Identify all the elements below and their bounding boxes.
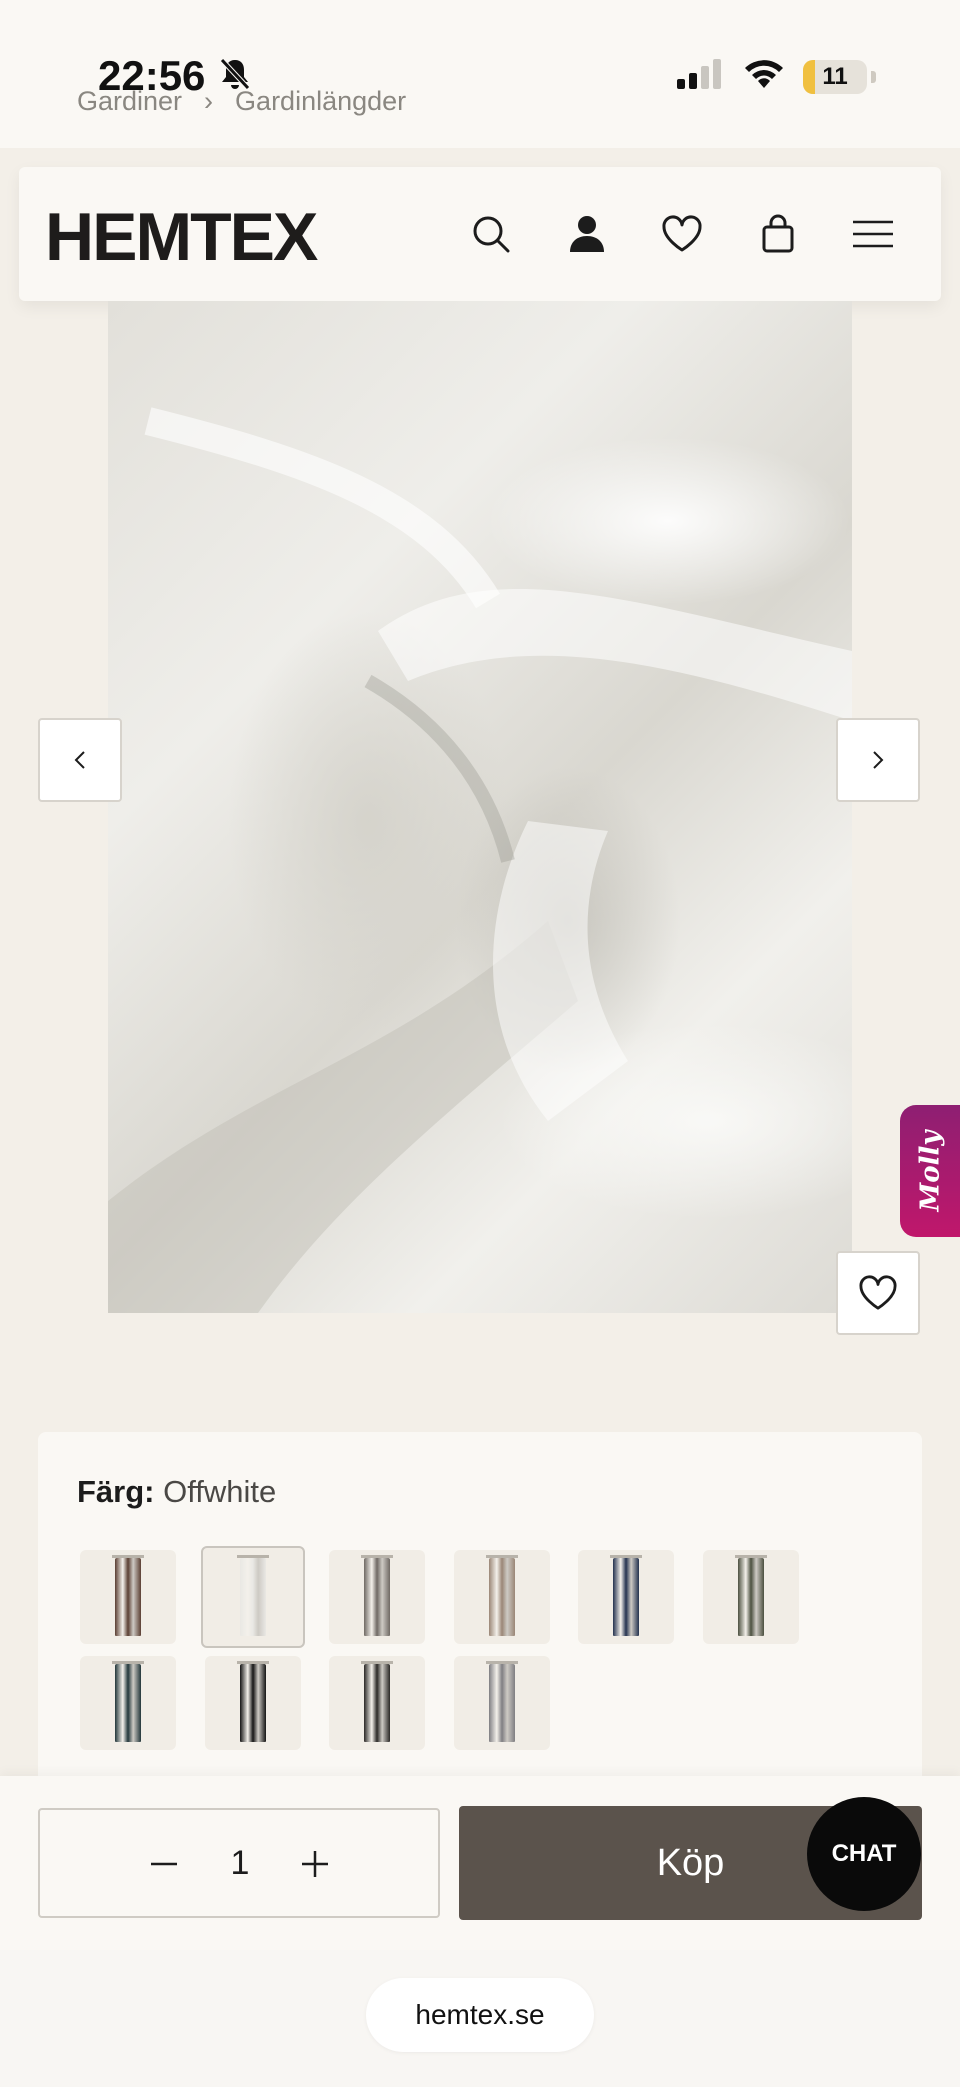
color-swatch[interactable] [329,1550,425,1644]
molly-assistant-tab[interactable]: Molly [900,1105,960,1237]
curtain-thumbnail [112,1555,144,1636]
curtain-thumbnail [361,1555,393,1636]
color-swatch[interactable] [80,1656,176,1750]
curtain-thumbnail [610,1555,642,1636]
browser-bar: hemtex.se [0,1950,960,2087]
site-header: HEMTEX [19,167,941,301]
url-field[interactable]: hemtex.se [366,1978,594,2052]
color-swatch[interactable] [578,1550,674,1644]
color-swatch[interactable] [200,1546,305,1648]
curtain-thumbnail [361,1661,393,1742]
breadcrumb: Gardiner › Gardinlängder [77,86,406,117]
gallery-prev-button[interactable] [38,718,122,802]
breadcrumb-item-gardinlangder[interactable]: Gardinlängder [235,86,406,117]
color-swatch[interactable] [702,1550,799,1644]
quantity-value[interactable]: 1 [230,1844,250,1883]
heart-icon [859,1275,897,1310]
battery-level: 11 [822,62,848,90]
curtain-thumbnail [236,1661,269,1742]
curtain-thumbnail [236,1555,269,1636]
breadcrumb-separator: › [204,86,214,116]
gallery-next-button[interactable] [836,718,920,802]
decrease-quantity-button[interactable] [144,1844,184,1884]
quantity-stepper: 1 [38,1808,440,1918]
account-icon[interactable] [562,209,612,259]
hemtex-logo[interactable]: HEMTEX [45,203,318,271]
color-selected-value: Offwhite [163,1474,277,1509]
color-swatch[interactable] [453,1550,550,1644]
curtain-thumbnail [485,1661,518,1742]
color-swatch[interactable] [329,1656,425,1750]
chat-button[interactable]: CHAT [807,1797,921,1911]
product-image[interactable] [108,301,852,1313]
chevron-left-icon [74,751,85,769]
menu-icon[interactable] [848,209,898,259]
search-icon[interactable] [466,209,516,259]
chevron-right-icon [873,751,884,769]
color-swatch[interactable] [453,1656,550,1750]
increase-quantity-button[interactable] [295,1844,335,1884]
add-to-wishlist-button[interactable] [836,1251,920,1335]
plus-icon [302,1851,328,1877]
wifi-icon [743,58,785,95]
color-label: Färg: Offwhite [77,1474,276,1510]
color-swatch[interactable] [204,1656,301,1750]
curtain-thumbnail [485,1555,518,1636]
minus-icon [151,1862,177,1866]
battery-icon: 11 [803,59,867,94]
breadcrumb-item-gardiner[interactable]: Gardiner [77,86,182,117]
curtain-thumbnail [112,1661,144,1742]
molly-label: Molly [915,1130,946,1212]
bag-icon[interactable] [753,209,803,259]
status-bar: 22:56 11 Gardiner › Gardinlängder [0,0,960,148]
color-label-title: Färg: [77,1474,155,1509]
cellular-signal-icon [677,59,725,94]
color-selector: Färg: Offwhite [38,1432,922,1792]
color-swatch[interactable] [80,1550,176,1644]
curtain-thumbnail [734,1555,767,1636]
heart-icon[interactable] [657,209,707,259]
